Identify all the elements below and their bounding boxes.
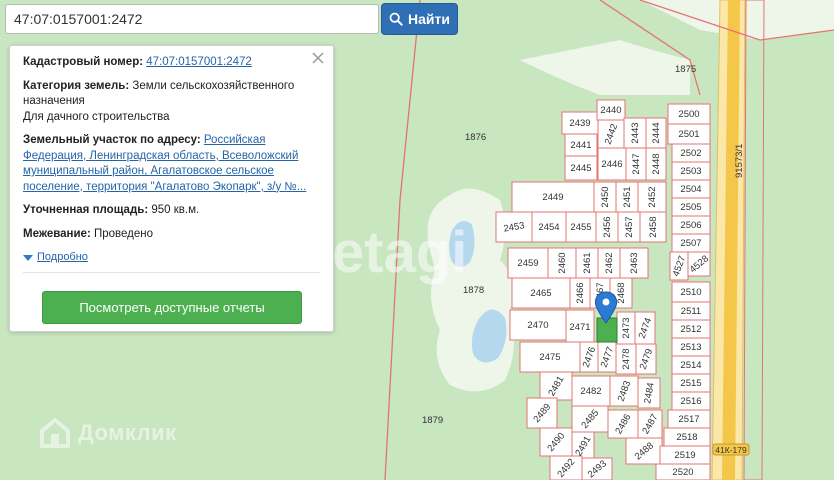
parcel-label-2505: 2505 (680, 202, 701, 213)
parcel-label-2475: 2475 (539, 352, 560, 363)
view-reports-button[interactable]: Посмотреть доступные отчеты (42, 291, 302, 324)
parcel-label-2457: 2457 (624, 216, 635, 237)
search-icon (389, 12, 403, 26)
parcel-label-2463: 2463 (629, 252, 640, 273)
address-row: Земельный участок по адресу: Российская … (23, 133, 320, 195)
parcel-label-2501: 2501 (678, 129, 699, 140)
watermark: etagi (332, 220, 467, 285)
parcel-label-2455: 2455 (570, 222, 591, 233)
divider (23, 271, 320, 273)
road-badge: 41К-179 (712, 443, 750, 456)
road-label: 91573/1 (734, 144, 745, 178)
parcel-label-2440: 2440 (600, 105, 621, 116)
parcel-label-2516: 2516 (680, 396, 701, 407)
parcel-label-2452: 2452 (647, 186, 658, 207)
svg-text:1875: 1875 (675, 64, 696, 75)
survey-value: Проведено (93, 227, 154, 240)
usage-value: Для дачного строительства (23, 110, 170, 123)
parcel-label-2448: 2448 (651, 153, 662, 174)
parcel-label-2471: 2471 (569, 322, 590, 333)
parcel-label-2502: 2502 (680, 148, 701, 159)
house-logo-icon (40, 418, 70, 448)
parcel-label-2446: 2446 (601, 159, 622, 170)
parcel-label-2514: 2514 (680, 360, 701, 371)
svg-text:1879: 1879 (422, 415, 443, 426)
parcel-label-2459: 2459 (517, 258, 538, 269)
parcel-label-2504: 2504 (680, 184, 701, 195)
parcel-label-2478: 2478 (621, 348, 632, 369)
parcel-label-2445: 2445 (570, 163, 591, 174)
cadastral-label: Кадастровый номер: (23, 56, 144, 68)
parcel-label-2439: 2439 (569, 118, 590, 129)
parcel-label-2515: 2515 (680, 378, 701, 389)
cadastral-number-link[interactable]: 47:07:0157001:2472 (146, 56, 252, 68)
parcel-label-2513: 2513 (680, 342, 701, 353)
parcel-label-2461: 2461 (582, 252, 593, 273)
search-button[interactable]: Найти (381, 3, 458, 35)
close-icon[interactable] (311, 51, 325, 65)
parcel-label-2443: 2443 (630, 122, 641, 143)
parcel-label-2503: 2503 (680, 166, 701, 177)
parcel-label-2517: 2517 (678, 414, 699, 425)
chevron-down-icon (23, 254, 33, 261)
parcel-label-2466: 2466 (575, 282, 586, 303)
parcel-label-2519: 2519 (674, 450, 695, 461)
search-button-label: Найти (408, 11, 450, 27)
cadastral-row: Кадастровый номер: 47:07:0157001:2472 (23, 55, 320, 71)
parcel-label-2470: 2470 (527, 320, 548, 331)
parcel-label-2444: 2444 (651, 122, 662, 143)
logo-text: Домклик (78, 420, 177, 445)
parcel-label-2451: 2451 (622, 186, 633, 207)
address-label: Земельный участок по адресу: (23, 134, 201, 146)
area-label: Уточненная площадь: (23, 204, 149, 216)
area-row: Уточненная площадь: 950 кв.м. (23, 203, 320, 219)
parcel-label-2473: 2473 (621, 317, 632, 338)
parcel-label-2512: 2512 (680, 324, 701, 335)
parcel-label-2506: 2506 (680, 220, 701, 231)
survey-row: Межевание: Проведено (23, 227, 320, 243)
parcel-label-2449: 2449 (542, 192, 563, 203)
parcel-label-2468: 2468 (616, 282, 627, 303)
parcel-label-2454: 2454 (538, 222, 559, 233)
parcel-info-panel: Кадастровый номер: 47:07:0157001:2472 Ка… (9, 45, 334, 332)
parcel-label-2460: 2460 (557, 252, 568, 273)
parcel-label-2518: 2518 (676, 432, 697, 443)
parcel-label-2465: 2465 (530, 288, 551, 299)
svg-text:1876: 1876 (465, 132, 486, 143)
category-row: Категория земель: Земли сельскохозяйстве… (23, 79, 320, 126)
parcel-label-2500: 2500 (678, 109, 699, 120)
parcel-label-2482: 2482 (580, 386, 601, 397)
parcel-label-2462: 2462 (604, 252, 615, 273)
category-label: Категория земель: (23, 79, 130, 92)
parcel-label-2447: 2447 (631, 153, 642, 174)
svg-text:1878: 1878 (463, 285, 484, 296)
parcel-label-2511: 2511 (681, 306, 701, 317)
domclick-logo: Домклик (38, 416, 177, 450)
parcel-label-2507: 2507 (680, 238, 701, 249)
survey-label: Межевание: (23, 227, 91, 240)
parcel-label-2450: 2450 (600, 186, 611, 207)
parcel-label-2510: 2510 (680, 287, 701, 298)
parcel-label-2458: 2458 (648, 216, 659, 237)
cadastral-search-input[interactable] (5, 4, 379, 34)
details-link[interactable]: Подробно (37, 250, 88, 266)
parcel-label-2456: 2456 (602, 216, 613, 237)
svg-text:41К-179: 41К-179 (715, 445, 747, 455)
parcel-label-2520: 2520 (672, 467, 693, 478)
parcel-label-2441: 2441 (570, 140, 591, 151)
area-value: 950 кв.м. (151, 204, 200, 216)
details-toggle[interactable]: Подробно (23, 250, 320, 266)
